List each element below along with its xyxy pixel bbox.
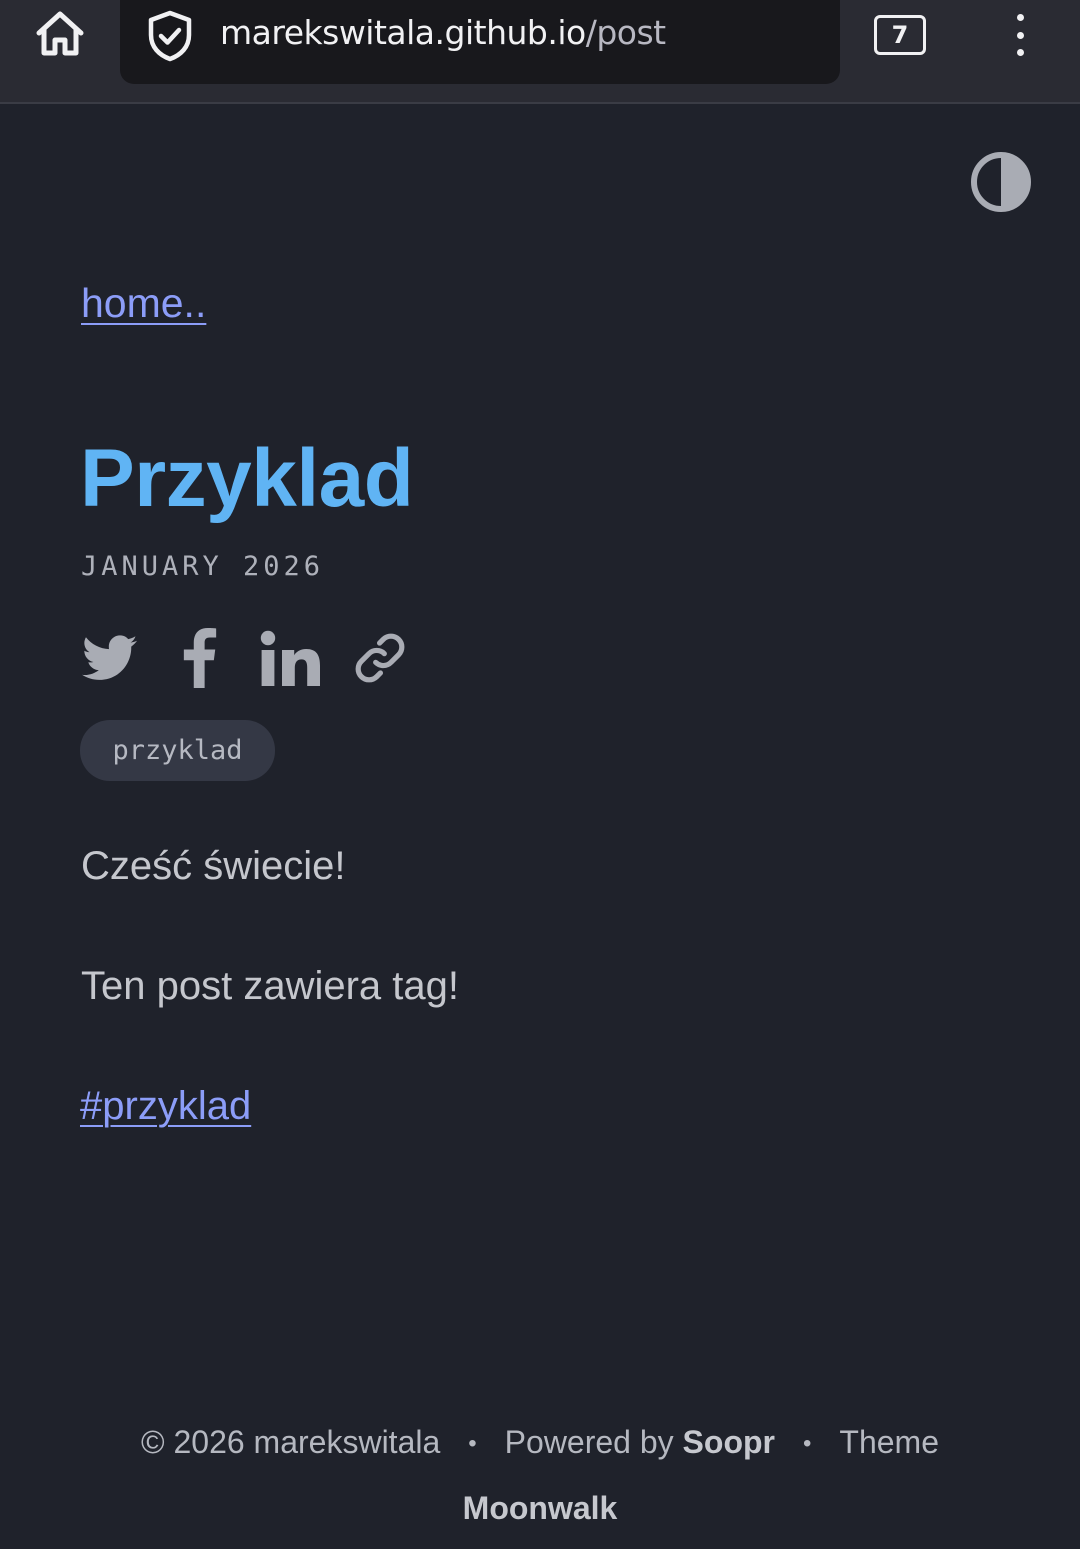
tab-switcher-button[interactable]: 7 [874,15,926,55]
tag-pill[interactable]: przyklad [80,720,275,781]
footer-copyright: © 2026 marekswitala [141,1424,441,1460]
post-date: JANUARY 2026 [81,551,325,582]
address-bar[interactable]: marekswitala.github.io/post [120,0,840,84]
post-title: Przyklad [80,433,414,524]
post-paragraph: Cześć świecie! [81,844,346,888]
theme-toggle-icon[interactable] [970,151,1032,213]
linkedin-icon[interactable] [260,628,320,688]
footer-powered-link[interactable]: Soopr [683,1424,775,1460]
footer-separator: • [468,1430,477,1457]
page-footer: © 2026 marekswitala • Powered by Soopr • The… [0,1410,1080,1540]
footer-separator: • [802,1430,812,1457]
home-link[interactable]: home.. [81,280,206,327]
shield-icon[interactable] [146,10,194,62]
facebook-icon[interactable] [182,628,218,688]
url-text: marekswitala.github.io/post [220,13,666,52]
link-icon[interactable] [354,628,406,688]
url-path: /post [585,13,666,52]
home-icon[interactable] [28,6,92,62]
post-paragraph: Ten post zawiera tag! [81,964,459,1008]
footer-theme-prefix: Theme [839,1424,939,1460]
url-domain: marekswitala.github.io [220,13,586,52]
hashtag-link[interactable]: #przyklad [80,1084,251,1129]
browser-toolbar: marekswitala.github.io/post 7 [0,0,1080,104]
footer-line: © 2026 marekswitala • Powered by Soopr • The… [0,1410,1080,1476]
footer-powered-prefix: Powered by [504,1424,674,1460]
more-menu-icon[interactable] [1000,10,1040,60]
twitter-icon[interactable] [82,628,138,688]
footer-theme-link[interactable]: Moonwalk [0,1476,1080,1540]
